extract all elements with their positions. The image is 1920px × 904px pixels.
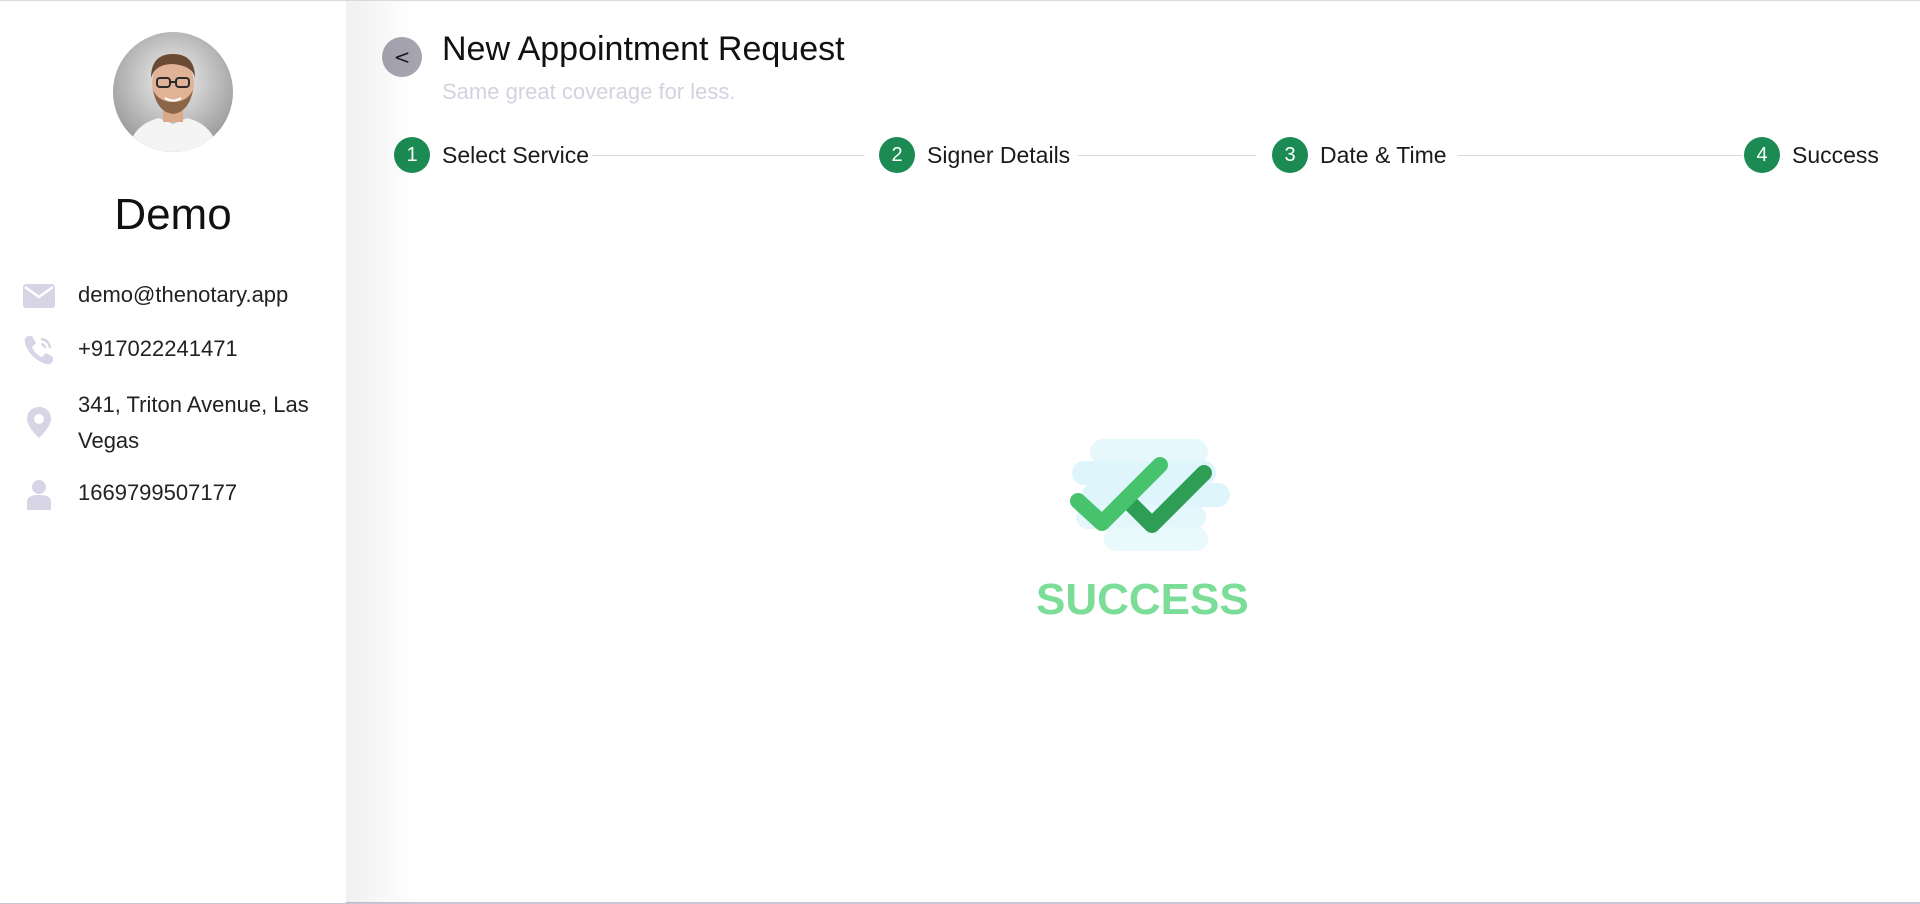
step-connector xyxy=(592,155,864,156)
sidebar-shadow xyxy=(346,1,416,903)
profile-sidebar: Demo demo@thenotary.app +917022241471 34… xyxy=(0,1,346,903)
profile-address: 341, Triton Avenue, Las Vegas xyxy=(78,392,309,453)
profile-phone: +917022241471 xyxy=(78,336,238,361)
user-icon xyxy=(22,477,56,511)
step-number: 2 xyxy=(879,137,915,173)
step-connector xyxy=(1078,155,1256,156)
success-status-text: SUCCESS xyxy=(1036,575,1249,624)
step-number: 3 xyxy=(1272,137,1308,173)
step-label: Select Service xyxy=(442,142,590,168)
success-illustration: SUCCESS xyxy=(1036,431,1249,631)
step-connector xyxy=(1458,155,1742,156)
step-label: Date & Time xyxy=(1320,142,1447,168)
phone-icon xyxy=(22,333,56,367)
step-label: Success xyxy=(1792,142,1879,168)
profile-email: demo@thenotary.app xyxy=(78,282,289,307)
main-content: < New Appointment Request Same great cov… xyxy=(346,1,1920,903)
page-subtitle: Same great coverage for less. xyxy=(442,79,736,104)
profile-user-id: 1669799507177 xyxy=(78,480,238,505)
map-pin-icon xyxy=(22,405,56,439)
appointment-stepper: 1 Select Service 2 Signer Details 3 Date… xyxy=(394,135,1884,175)
page-title: New Appointment Request xyxy=(442,30,845,68)
step-number: 4 xyxy=(1744,137,1780,173)
step-label: Signer Details xyxy=(927,142,1071,168)
app-window: Demo demo@thenotary.app +917022241471 34… xyxy=(0,0,1920,904)
avatar xyxy=(113,32,233,152)
double-check-icon xyxy=(1070,439,1230,551)
envelope-icon xyxy=(22,279,56,313)
profile-name: Demo xyxy=(114,190,232,239)
